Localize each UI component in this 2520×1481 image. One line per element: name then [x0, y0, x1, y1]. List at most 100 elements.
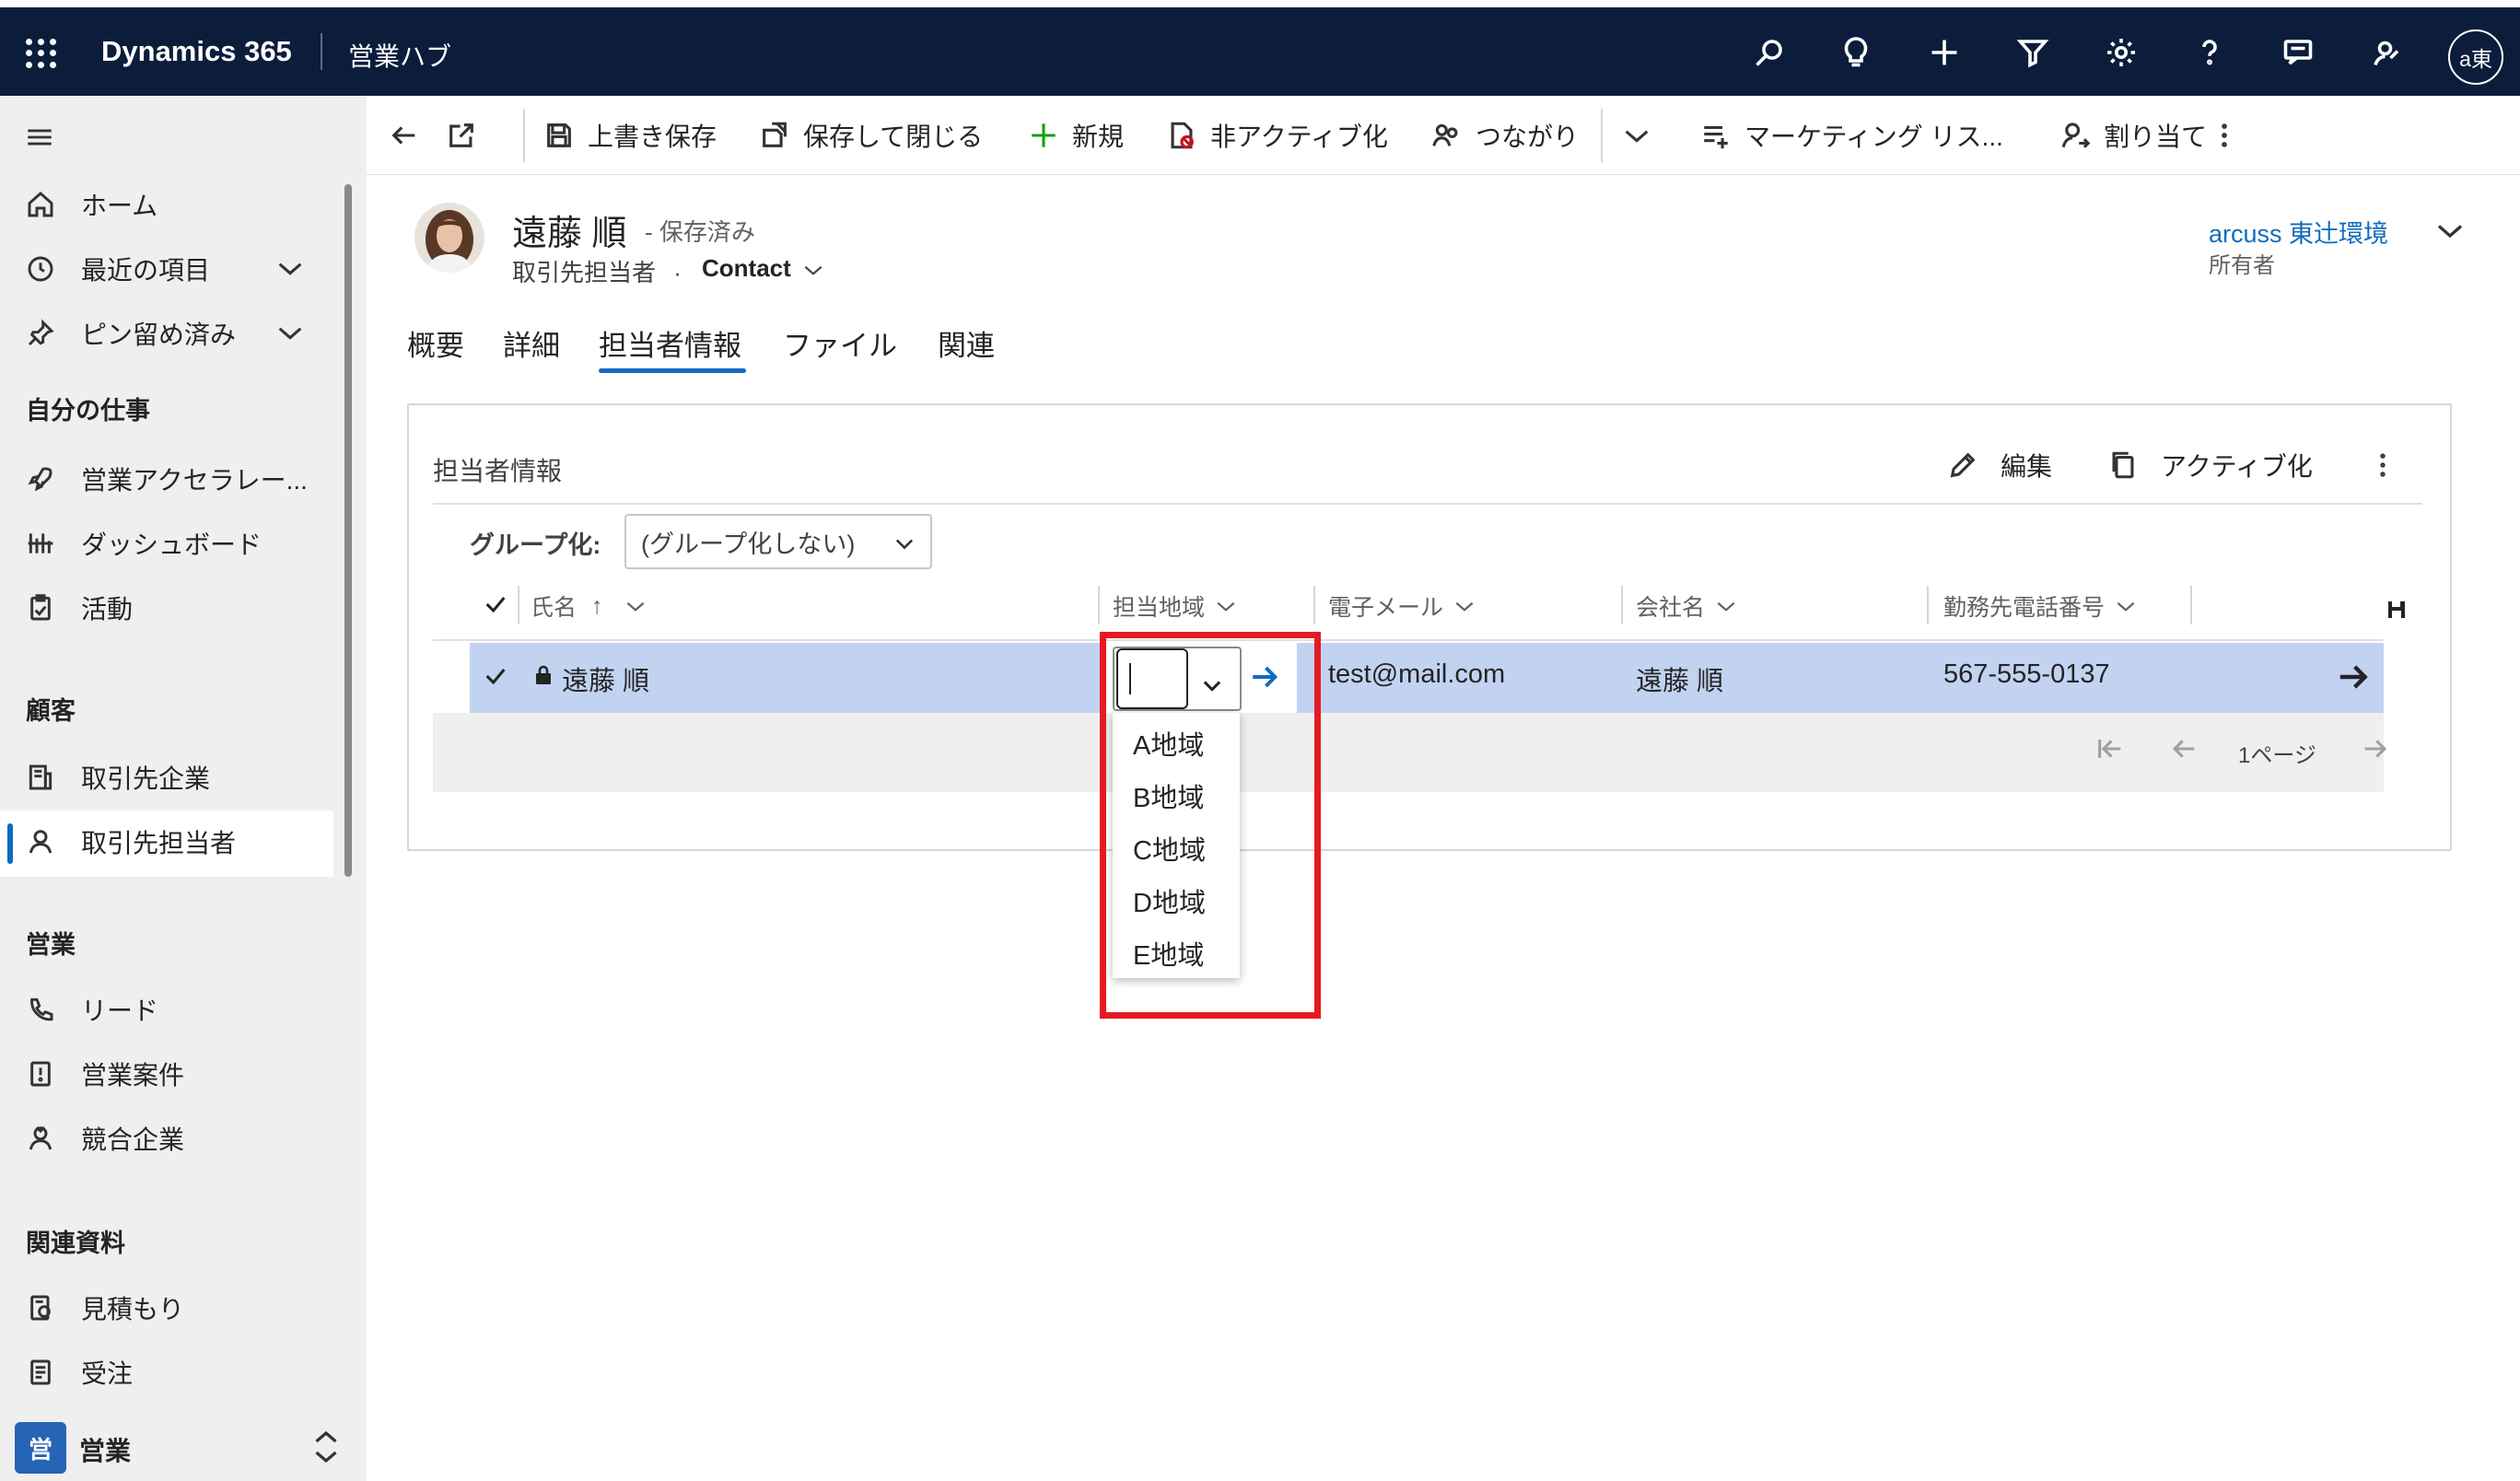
- column-header-company[interactable]: 会社名: [1636, 589, 1738, 623]
- sidebar-item-accounts[interactable]: 取引先企業: [0, 746, 332, 809]
- tab-related[interactable]: 関連: [938, 322, 995, 364]
- previous-page-icon[interactable]: [2168, 733, 2201, 766]
- column-header-business-phone[interactable]: 勤務先電話番号: [1943, 589, 2138, 623]
- chevron-up-down-icon[interactable]: [309, 1428, 346, 1468]
- more-connect-button[interactable]: [1621, 96, 1652, 175]
- cell-business-phone[interactable]: 567-555-0137: [1943, 659, 2110, 690]
- sidebar-item-home[interactable]: ホーム: [0, 173, 332, 236]
- group-by-label: グループ化:: [470, 531, 601, 559]
- sidebar-item-dashboard[interactable]: ダッシュボード: [0, 512, 332, 575]
- plus-icon[interactable]: [1923, 31, 1966, 74]
- save-button[interactable]: 上書き保存: [543, 96, 717, 175]
- pop-out-icon: [449, 123, 473, 147]
- cell-email[interactable]: test@mail.com: [1328, 659, 1505, 690]
- grid-footer: [433, 713, 2384, 792]
- sidebar-item-label: 見積もり: [81, 1295, 185, 1324]
- chevron-down-icon: [2117, 601, 2135, 612]
- arrow-left-icon: [391, 126, 415, 145]
- entity-type-label: 取引先担当者: [512, 259, 657, 286]
- contact-photo[interactable]: [414, 203, 484, 273]
- activate-button[interactable]: アクティブ化: [2107, 442, 2313, 488]
- header-expand-chevron-icon[interactable]: [2433, 214, 2470, 251]
- people-icon: [1432, 123, 1458, 146]
- record-save-status: - 保存済み: [645, 218, 755, 246]
- active-tab-indicator: [599, 368, 746, 373]
- form-selector[interactable]: Contact: [702, 254, 791, 283]
- sidebar-item-label: 競合企業: [81, 1125, 185, 1154]
- tab-summary[interactable]: 概要: [407, 322, 464, 364]
- deactivate-button[interactable]: 非アクティブ化: [1166, 96, 1388, 175]
- lightbulb-icon[interactable]: [1835, 31, 1877, 74]
- sidebar-item-quotes[interactable]: 見積もり: [0, 1277, 332, 1339]
- select-all-checkbox[interactable]: [483, 591, 510, 619]
- sidebar-item-contacts[interactable]: 取引先担当者: [0, 810, 332, 873]
- sidebar-scrollbar[interactable]: [344, 184, 352, 877]
- cell-company[interactable]: 遠藤 順: [1636, 659, 1723, 698]
- tab-contact-info[interactable]: 担当者情報: [599, 322, 741, 364]
- app-brand[interactable]: Dynamics 365: [101, 35, 292, 68]
- edit-button[interactable]: 編集: [1947, 442, 2052, 488]
- cell-name[interactable]: 遠藤 順: [562, 659, 649, 698]
- column-divider: [1098, 586, 1100, 624]
- tab-details[interactable]: 詳細: [503, 322, 560, 364]
- chevron-down-icon[interactable]: [801, 258, 827, 284]
- search-icon[interactable]: [1748, 31, 1791, 74]
- divider: [1601, 109, 1603, 162]
- gear-icon[interactable]: [2100, 31, 2142, 74]
- back-button[interactable]: [389, 96, 420, 175]
- more-commands-button[interactable]: [2209, 96, 2240, 175]
- order-icon: [24, 1356, 57, 1389]
- section-more-button[interactable]: [2367, 442, 2398, 488]
- new-label: 新規: [1072, 122, 1125, 151]
- assign-button[interactable]: 割り当て: [2059, 96, 2207, 175]
- owner-link[interactable]: arcuss 東辻環境: [2209, 214, 2388, 250]
- sidebar-item-orders[interactable]: 受注: [0, 1341, 332, 1404]
- competitor-icon: [24, 1122, 57, 1155]
- sidebar-item-competitors[interactable]: 競合企業: [0, 1107, 332, 1170]
- page-number: 1ページ: [2238, 743, 2316, 768]
- user-avatar[interactable]: a東: [2448, 29, 2503, 85]
- divider: [321, 33, 322, 70]
- save-icon: [547, 123, 571, 147]
- open-record-arrow-icon[interactable]: [2336, 659, 2373, 696]
- sidebar-item-leads[interactable]: リード: [0, 978, 332, 1041]
- column-header-email[interactable]: 電子メール: [1328, 589, 1476, 623]
- first-page-icon[interactable]: [2094, 733, 2128, 766]
- sidebar-item-sales-accelerator[interactable]: 営業アクセラレー...: [0, 448, 332, 510]
- column-divider: [1621, 586, 1623, 624]
- column-label: 氏名: [531, 595, 578, 621]
- person-feedback-icon[interactable]: [2365, 31, 2408, 74]
- sidebar-item-label: 受注: [81, 1359, 134, 1388]
- column-label: 電子メール: [1328, 595, 1444, 621]
- app-hub-name[interactable]: 営業ハブ: [348, 37, 451, 74]
- marketing-list-label: マーケティング リス...: [1744, 122, 2003, 151]
- sidebar-item-activities[interactable]: 活動: [0, 577, 332, 639]
- tab-files[interactable]: ファイル: [783, 322, 897, 364]
- sidebar-item-opportunities[interactable]: 営業案件: [0, 1043, 332, 1105]
- connect-button[interactable]: つながり: [1431, 96, 1579, 175]
- column-header-region[interactable]: 担当地域: [1113, 589, 1238, 623]
- help-icon[interactable]: [2188, 31, 2231, 74]
- next-page-icon[interactable]: [2360, 733, 2393, 766]
- sidebar-item-pinned[interactable]: ピン留め済み: [0, 302, 332, 365]
- new-button[interactable]: 新規: [1028, 96, 1124, 175]
- activate-label: アクティブ化: [2161, 452, 2313, 481]
- save-and-close-button[interactable]: 保存して閉じる: [759, 96, 983, 175]
- edit-label: 編集: [2001, 452, 2053, 481]
- area-label: 営業: [79, 1437, 132, 1465]
- add-to-marketing-list-button[interactable]: マーケティング リス...: [1700, 96, 2003, 175]
- group-by-select[interactable]: (グループ化しない): [624, 514, 932, 569]
- row-checkbox[interactable]: [483, 663, 510, 691]
- column-header-name[interactable]: 氏名 ↑: [531, 589, 648, 623]
- save-icon[interactable]: [2386, 599, 2408, 621]
- quote-icon: [24, 1291, 57, 1324]
- chevron-down-icon[interactable]: [274, 252, 308, 286]
- sidebar-item-label: リード: [81, 997, 159, 1025]
- hamburger-menu-icon[interactable]: [24, 122, 57, 155]
- app-launcher-icon[interactable]: [26, 39, 63, 68]
- chevron-down-icon[interactable]: [274, 317, 308, 350]
- sidebar-item-recent[interactable]: 最近の項目: [0, 238, 332, 300]
- chat-icon[interactable]: [2277, 31, 2319, 74]
- filter-icon[interactable]: [2012, 31, 2054, 74]
- open-new-window-button[interactable]: [446, 96, 477, 175]
